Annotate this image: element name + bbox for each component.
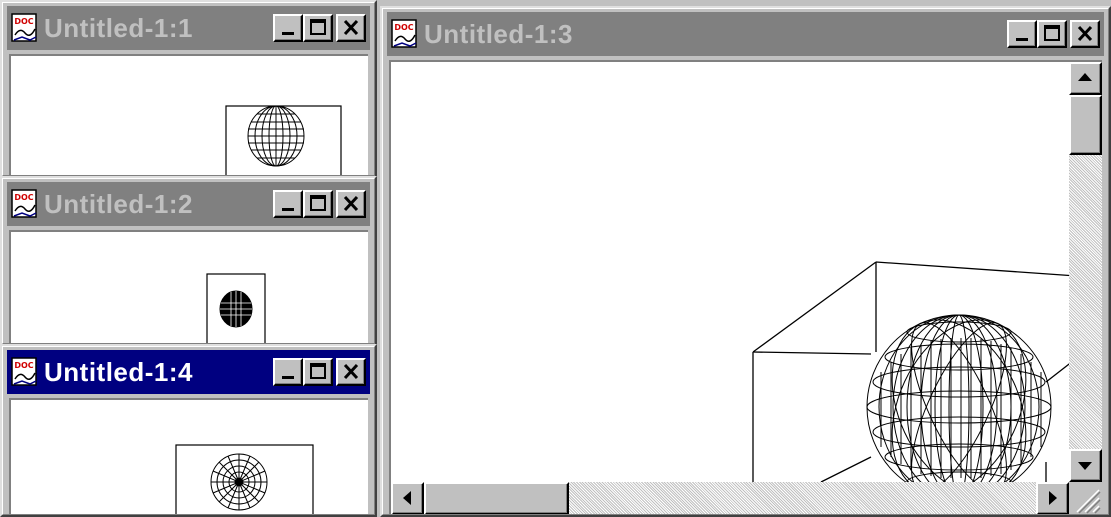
close-button[interactable] [336, 14, 366, 42]
scroll-up-button[interactable] [1069, 62, 1102, 95]
minimize-icon [282, 376, 294, 379]
svg-text:DOC: DOC [394, 23, 413, 32]
close-icon [1077, 25, 1093, 42]
vertical-scroll-thumb[interactable] [1069, 95, 1102, 155]
wireframe-sphere-view [225, 105, 342, 176]
maximize-icon [310, 363, 326, 379]
maximize-icon [1044, 25, 1060, 41]
doc-icon: DOC [11, 13, 37, 42]
doc-icon: DOC [391, 19, 417, 48]
window-untitled-1-1[interactable]: DOC Untitled-1:1 [0, 0, 377, 178]
minimize-button[interactable] [1007, 20, 1037, 48]
window-title: Untitled-1:4 [44, 356, 193, 387]
maximize-button[interactable] [1037, 20, 1067, 48]
minimize-button[interactable] [273, 190, 303, 218]
maximize-icon [310, 19, 326, 35]
window-title: Untitled-1:2 [44, 188, 193, 219]
arrow-left-icon [403, 491, 411, 505]
horizontal-scroll-thumb[interactable] [424, 482, 569, 515]
wireframe-sphere-view [206, 273, 266, 344]
svg-text:DOC: DOC [14, 361, 33, 370]
wireframe-sphere-view [175, 444, 314, 515]
wireframe-sphere-view [752, 261, 1092, 515]
window-title: Untitled-1:3 [424, 18, 573, 49]
maximize-icon [310, 195, 326, 211]
viewport[interactable] [389, 60, 1102, 515]
window-untitled-1-3[interactable]: DOC Untitled-1:3 [380, 6, 1111, 517]
minimize-icon [1016, 38, 1028, 41]
window-untitled-1-4[interactable]: DOC Untitled-1:4 [0, 344, 377, 517]
doc-icon: DOC [11, 189, 37, 218]
title-bar[interactable]: DOC Untitled-1:3 [387, 12, 1104, 56]
minimize-icon [282, 32, 294, 35]
title-bar[interactable]: DOC Untitled-1:4 [7, 350, 370, 394]
arrow-down-icon [1078, 462, 1092, 470]
svg-text:DOC: DOC [14, 17, 33, 26]
resize-grip-icon [1076, 489, 1101, 514]
title-bar[interactable]: DOC Untitled-1:1 [7, 6, 370, 50]
size-grip[interactable] [1069, 482, 1102, 515]
maximize-button[interactable] [303, 190, 333, 218]
title-bar[interactable]: DOC Untitled-1:2 [7, 182, 370, 226]
window-untitled-1-2[interactable]: DOC Untitled-1:2 [0, 176, 377, 346]
close-icon [343, 363, 359, 380]
close-button[interactable] [336, 358, 366, 386]
viewport[interactable] [9, 398, 368, 515]
close-button[interactable] [336, 190, 366, 218]
viewport[interactable] [9, 54, 368, 176]
window-title: Untitled-1:1 [44, 12, 193, 43]
close-icon [343, 195, 359, 212]
maximize-button[interactable] [303, 358, 333, 386]
minimize-button[interactable] [273, 358, 303, 386]
minimize-button[interactable] [273, 14, 303, 42]
viewport[interactable] [9, 230, 368, 344]
close-icon [343, 19, 359, 36]
horizontal-scrollbar[interactable] [391, 482, 1069, 515]
scroll-left-button[interactable] [391, 482, 424, 515]
vertical-scrollbar[interactable] [1069, 62, 1102, 482]
scroll-right-button[interactable] [1036, 482, 1069, 515]
arrow-up-icon [1078, 73, 1092, 81]
maximize-button[interactable] [303, 14, 333, 42]
arrow-right-icon [1049, 491, 1057, 505]
svg-text:DOC: DOC [14, 193, 33, 202]
close-button[interactable] [1070, 20, 1100, 48]
doc-icon: DOC [11, 357, 37, 386]
minimize-icon [282, 208, 294, 211]
scroll-down-button[interactable] [1069, 449, 1102, 482]
